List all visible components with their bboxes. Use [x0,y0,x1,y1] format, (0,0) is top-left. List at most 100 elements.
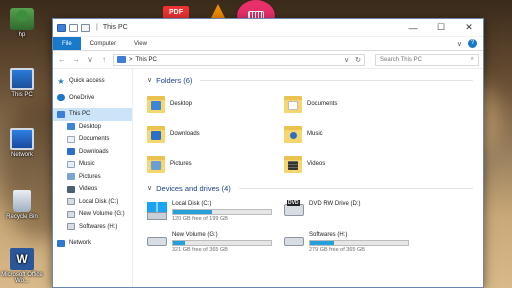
drive-label: Local Disk (C:) [172,201,212,207]
drives-section-header[interactable]: ∨ Devices and drives (4) [147,181,473,195]
computer-icon [10,68,34,90]
folder-item[interactable]: Downloads [147,123,284,145]
folder-label: Desktop [170,101,193,107]
folders-section-header[interactable]: ∨ Folders (6) [147,73,473,87]
tab-file[interactable]: File [53,37,81,50]
sidebar-item-label: Music [79,161,95,168]
drive-info: Softwares (H:) 279 GB free of 365 GB [309,231,409,254]
desktop-icon-word[interactable]: W Microsoft Office Wo... [0,248,44,284]
folder-label: Documents [307,101,338,107]
drive-free-space: 279 GB free of 365 GB [309,247,365,253]
sidebar-item-downloads[interactable]: Downloads [53,146,132,159]
refresh-icon[interactable]: ↻ [355,56,361,64]
tab-computer[interactable]: Computer [81,37,125,50]
word-icon: W [10,248,34,270]
desktop-icon-label: Network [10,152,33,158]
sidebar-item-desktop[interactable]: Desktop [53,121,132,134]
documents-folder-icon [284,94,302,114]
close-button[interactable]: ✕ [455,19,483,37]
drive-usage-fill [173,210,213,214]
sidebar-item-softwares-h[interactable]: Softwares (H:) [53,221,132,234]
folder-item[interactable]: Documents [284,93,421,115]
drive-label: Softwares (H:) [309,232,348,238]
sidebar-item-documents[interactable]: Documents [53,133,132,146]
drives-grid: Local Disk (C:) 120 GB free of 199 GB DVD … [147,195,473,260]
search-input[interactable]: Search This PC ⌕ [375,53,479,66]
sidebar-item-label: Quick access [69,78,105,85]
sidebar-item-label: Softwares (H:) [79,223,118,230]
network-icon [57,239,65,247]
drive-label: New Volume (G:) [172,232,218,238]
drive-usage-bar [172,209,272,215]
new-folder-icon[interactable] [81,23,90,32]
folder-label: Music [307,131,323,137]
tab-view[interactable]: View [125,37,156,50]
drive-usage-fill [173,241,185,245]
music-folder-icon [284,124,302,144]
desktop-icon-this-pc[interactable]: This PC [0,68,44,98]
sidebar-item-network[interactable]: Network [53,237,132,250]
up-button[interactable]: ↑ [99,55,109,64]
drive-icon [67,198,75,206]
help-icon[interactable]: ? [468,39,477,48]
desktop-icon-label: hp [18,32,26,38]
desktop-icon [67,123,75,131]
ribbon-tabs: File Computer View ∨ ? [53,37,483,51]
navigation-pane: ★ Quick access OneDrive This PC Desktop Docum… [53,69,133,287]
forward-button[interactable]: → [71,55,81,64]
pictures-folder-icon [147,154,165,174]
windows-drive-icon [147,202,167,220]
sidebar-item-onedrive[interactable]: OneDrive [53,92,132,105]
sidebar-item-label: Videos [79,186,98,193]
desktop-icon-user[interactable]: hp [0,8,44,38]
address-dropdown-icon[interactable]: ∨ [344,56,349,64]
sidebar-item-pictures[interactable]: Pictures [53,171,132,184]
expand-ribbon-icon[interactable]: ∨ [457,40,462,48]
folder-item[interactable]: Desktop [147,93,284,115]
drive-item[interactable]: New Volume (G:) 321 GB free of 365 GB [147,231,284,255]
star-icon: ★ [57,76,65,86]
sidebar-item-this-pc[interactable]: This PC [53,108,132,121]
user-folder-icon [10,8,34,30]
minimize-button[interactable]: — [399,19,427,37]
desktop-icon-network[interactable]: Network [0,128,44,158]
drive-info: Local Disk (C:) 120 GB free of 199 GB [172,200,272,223]
folder-item[interactable]: Music [284,123,421,145]
drive-info: DVD RW Drive (D:) [309,200,361,208]
sidebar-item-videos[interactable]: Videos [53,183,132,196]
downloads-folder-icon [147,124,165,144]
folder-label: Pictures [170,161,192,167]
sidebar-item-music[interactable]: Music [53,158,132,171]
pc-icon [57,110,65,118]
this-pc-icon [57,23,66,32]
documents-icon [67,135,75,143]
properties-icon[interactable] [69,23,78,32]
sidebar-item-label: This PC [69,111,91,118]
back-button[interactable]: ← [57,55,67,64]
pictures-icon [67,173,75,181]
address-tools: ∨ ↻ [344,56,361,64]
recent-locations-button[interactable]: ∨ [85,55,95,64]
sidebar-item-quick-access[interactable]: ★ Quick access [53,75,132,88]
folder-label: Downloads [170,131,200,137]
address-bar[interactable]: > This PC ∨ ↻ [113,53,365,66]
desktop-icon-label: Microsoft Office Wo... [1,272,43,284]
sidebar-item-local-disk-c[interactable]: Local Disk (C:) [53,196,132,209]
sidebar-item-label: Desktop [79,123,102,130]
drive-item[interactable]: Softwares (H:) 279 GB free of 365 GB [284,231,421,255]
drive-item[interactable]: Local Disk (C:) 120 GB free of 199 GB [147,200,284,224]
drive-usage-bar [172,240,272,246]
folder-item[interactable]: Videos [284,153,421,175]
hdd-icon [147,237,167,246]
breadcrumb-separator[interactable]: > [129,57,133,63]
drive-item[interactable]: DVD RW Drive (D:) [284,200,421,224]
chevron-down-icon: ∨ [147,77,153,84]
sidebar-item-new-volume-g[interactable]: New Volume (G:) [53,208,132,221]
quick-access-separator: | [96,24,98,31]
desktop-icon-recycle-bin[interactable]: Recycle Bin [0,190,44,220]
folder-item[interactable]: Pictures [147,153,284,175]
dvd-drive-icon [284,200,304,216]
maximize-button[interactable]: ☐ [427,19,455,37]
sidebar-item-label: Local Disk (C:) [79,198,119,205]
breadcrumb[interactable]: This PC [136,57,157,63]
